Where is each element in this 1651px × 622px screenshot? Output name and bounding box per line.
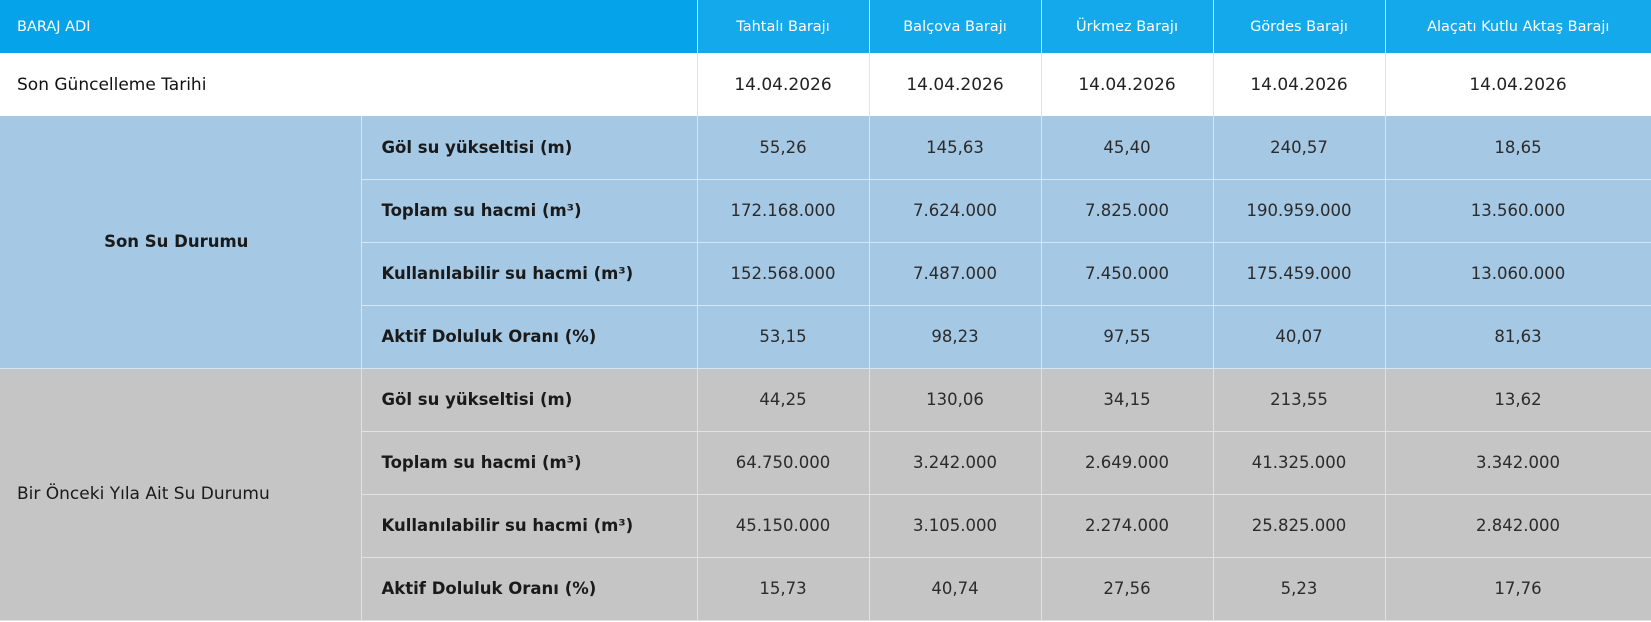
table-cell: 44,25 [697, 368, 870, 432]
dam-header-alacati: Alaçatı Kutlu Aktaş Barajı [1385, 0, 1651, 53]
table-cell: 145,63 [869, 116, 1042, 180]
table-cell: 3.342.000 [1385, 431, 1651, 495]
metric-label: Aktif Doluluk Oranı (%) [361, 305, 698, 369]
last-update-label: Son Güncelleme Tarihi [0, 53, 698, 116]
dam-header-balcova: Balçova Barajı [869, 0, 1042, 53]
metric-label: Göl su yükseltisi (m) [361, 116, 698, 180]
dam-header-gordes: Gördes Barajı [1213, 0, 1386, 53]
table-cell: 130,06 [869, 368, 1042, 432]
table-cell: 27,56 [1041, 557, 1214, 621]
table-cell: 45,40 [1041, 116, 1214, 180]
table-cell: 41.325.000 [1213, 431, 1386, 495]
last-update-value: 14.04.2026 [697, 53, 870, 116]
last-update-value: 14.04.2026 [1213, 53, 1386, 116]
table-cell: 7.450.000 [1041, 242, 1214, 306]
dam-header-urkmez: Ürkmez Barajı [1041, 0, 1214, 53]
table-cell: 64.750.000 [697, 431, 870, 495]
table-cell: 2.649.000 [1041, 431, 1214, 495]
table-cell: 3.105.000 [869, 494, 1042, 558]
table-cell: 97,55 [1041, 305, 1214, 369]
metric-label: Kullanılabilir su hacmi (m³) [361, 242, 698, 306]
metric-label: Göl su yükseltisi (m) [361, 368, 698, 432]
table-cell: 172.168.000 [697, 179, 870, 243]
last-update-value: 14.04.2026 [1041, 53, 1214, 116]
table-cell: 34,15 [1041, 368, 1214, 432]
table-cell: 81,63 [1385, 305, 1651, 369]
last-update-value: 14.04.2026 [869, 53, 1042, 116]
table-cell: 213,55 [1213, 368, 1386, 432]
table-cell: 2.842.000 [1385, 494, 1651, 558]
table-cell: 7.624.000 [869, 179, 1042, 243]
table-cell: 45.150.000 [697, 494, 870, 558]
table-cell: 15,73 [697, 557, 870, 621]
table-cell: 55,26 [697, 116, 870, 180]
table-cell: 13.560.000 [1385, 179, 1651, 243]
table-cell: 2.274.000 [1041, 494, 1214, 558]
last-update-row: Son Güncelleme Tarihi 14.04.2026 14.04.2… [0, 53, 1651, 116]
table-cell: 3.242.000 [869, 431, 1042, 495]
table-cell: 240,57 [1213, 116, 1386, 180]
header-label: BARAJ ADI [0, 0, 698, 53]
table-cell: 7.487.000 [869, 242, 1042, 306]
table-cell: 13,62 [1385, 368, 1651, 432]
header-row: BARAJ ADI Tahtalı Barajı Balçova Barajı … [0, 0, 1651, 53]
table-cell: 152.568.000 [697, 242, 870, 306]
table-cell: 98,23 [869, 305, 1042, 369]
metric-label: Kullanılabilir su hacmi (m³) [361, 494, 698, 558]
dam-header-tahtali: Tahtalı Barajı [697, 0, 870, 53]
last-update-value: 14.04.2026 [1385, 53, 1651, 116]
table-cell: 13.060.000 [1385, 242, 1651, 306]
table-cell: 53,15 [697, 305, 870, 369]
metric-label: Toplam su hacmi (m³) [361, 431, 698, 495]
table-cell: 18,65 [1385, 116, 1651, 180]
section-title-current: Son Su Durumu [0, 116, 362, 369]
table-cell: 17,76 [1385, 557, 1651, 621]
table-cell: 190.959.000 [1213, 179, 1386, 243]
table-cell: 7.825.000 [1041, 179, 1214, 243]
table-cell: 175.459.000 [1213, 242, 1386, 306]
metric-label: Toplam su hacmi (m³) [361, 179, 698, 243]
section-title-previous: Bir Önceki Yıla Ait Su Durumu [0, 368, 362, 621]
dam-status-table: BARAJ ADI Tahtalı Barajı Balçova Barajı … [0, 0, 1651, 621]
table-row: Son Su Durumu Göl su yükseltisi (m) 55,2… [0, 116, 1651, 369]
table-cell: 40,74 [869, 557, 1042, 621]
table-cell: 25.825.000 [1213, 494, 1386, 558]
table-cell: 5,23 [1213, 557, 1386, 621]
metric-label: Aktif Doluluk Oranı (%) [361, 557, 698, 621]
table-cell: 40,07 [1213, 305, 1386, 369]
table-row: Bir Önceki Yıla Ait Su Durumu Göl su yük… [0, 368, 1651, 621]
